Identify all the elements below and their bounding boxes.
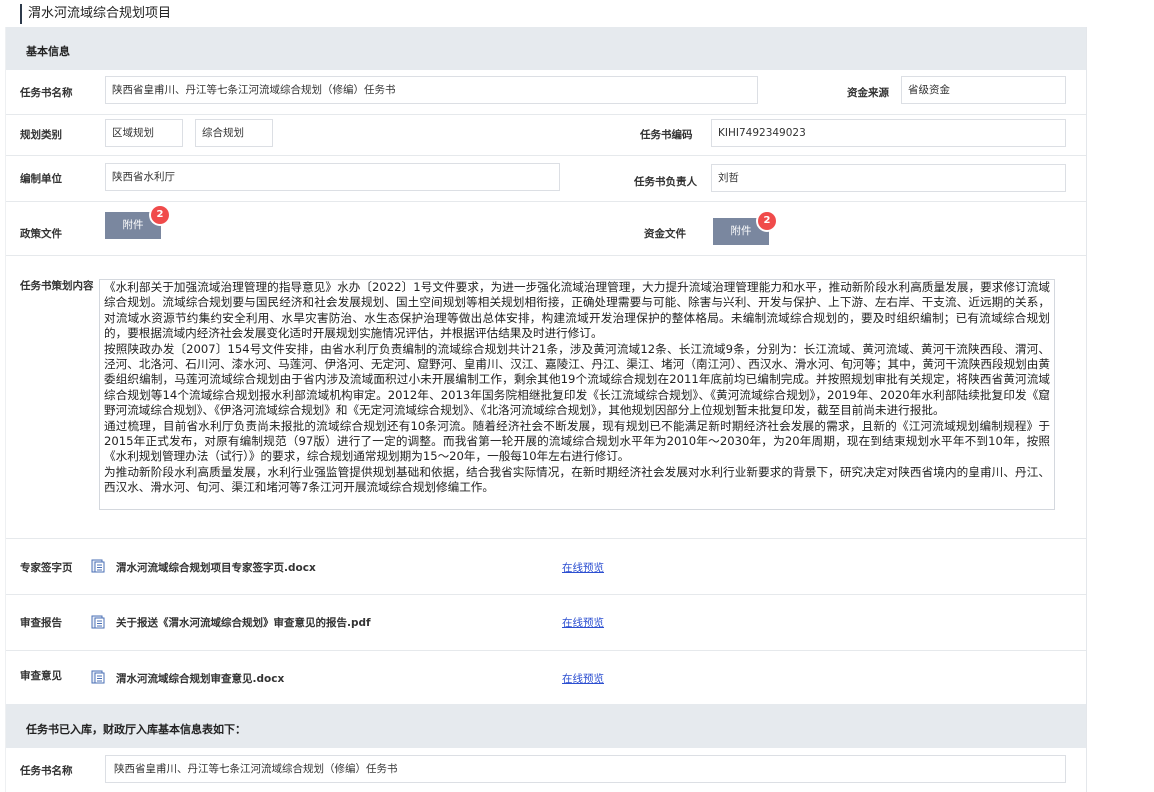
page: 渭水河流域综合规划项目 基本信息 任务书名称 陕西省皇甫川、丹江等七条江河流域综… <box>0 0 1154 792</box>
row-attachments: 政策文件 附件 2 资金文件 附件 2 <box>6 201 1086 256</box>
file-label: 专家签字页 <box>20 562 73 574</box>
storage-info-title: 任务书已入库，财政厅入库基本信息表如下： <box>26 723 246 736</box>
document-icon <box>91 615 105 629</box>
content-paragraph: 按照陕政办发〔2007〕154号文件安排，由省水利厅负责编制的流域综合规划共计2… <box>104 341 1050 418</box>
policy-count-badge: 2 <box>151 206 169 224</box>
owner-label: 任务书负责人 <box>634 176 697 188</box>
content-paragraph: 为推动新阶段水利高质量发展，水利行业强监管提供规划基础和依据，结合我省实际情况，… <box>104 464 1050 495</box>
file-name[interactable]: 渭水河流域综合规划审查意见.docx <box>116 671 284 686</box>
fund-file-label: 资金文件 <box>644 228 686 240</box>
fund-source-label: 资金来源 <box>847 87 889 99</box>
document-icon <box>91 670 105 684</box>
content-paragraph: 通过梳理，目前省水利厅负责尚未报批的流域综合规划还有10条河流。随着经济社会不断… <box>104 418 1050 464</box>
row-task-name: 任务书名称 陕西省皇甫川、丹江等七条江河流域综合规划（修编）任务书 资金来源 省… <box>6 70 1086 115</box>
basic-info-title: 基本信息 <box>26 45 70 58</box>
task-code-label: 任务书编码 <box>640 129 693 141</box>
plan-category-field-1[interactable]: 区域规划 <box>105 119 183 147</box>
policy-file-label: 政策文件 <box>20 228 62 240</box>
file-row-review-opinion: 审查意见 渭水河流域综合规划审查意见.docx 在线预览 <box>6 650 1086 705</box>
row-org: 编制单位 陕西省水利厅 任务书负责人 刘哲 <box>6 155 1086 202</box>
task-name-field[interactable]: 陕西省皇甫川、丹江等七条江河流域综合规划（修编）任务书 <box>105 76 758 104</box>
storage-task-name-label: 任务书名称 <box>20 765 73 777</box>
org-label: 编制单位 <box>20 173 62 185</box>
task-code-field[interactable]: KIHI7492349023 <box>711 119 1066 147</box>
file-label: 审查报告 <box>20 617 62 629</box>
content-label: 任务书策划内容 <box>20 280 94 292</box>
owner-field[interactable]: 刘哲 <box>711 164 1066 192</box>
plan-category-label: 规划类别 <box>20 129 62 141</box>
online-preview-link[interactable]: 在线预览 <box>562 615 604 630</box>
org-field[interactable]: 陕西省水利厅 <box>105 163 560 191</box>
fund-count-badge: 2 <box>758 212 776 230</box>
page-title-bar: 渭水河流域综合规划项目 <box>20 4 171 24</box>
plan-category-field-2[interactable]: 综合规划 <box>195 119 273 147</box>
storage-task-name-field[interactable]: 陕西省皇甫川、丹江等七条江河流域综合规划（修编）任务书 <box>105 755 1066 783</box>
content-paragraph: 《水利部关于加强流域治理管理的指导意见》水办〔2022〕1号文件要求，为进一步强… <box>104 280 1050 341</box>
file-name[interactable]: 渭水河流域综合规划项目专家签字页.docx <box>116 560 316 575</box>
content-textarea[interactable]: 《水利部关于加强流域治理管理的指导意见》水办〔2022〕1号文件要求，为进一步强… <box>99 279 1055 510</box>
online-preview-link[interactable]: 在线预览 <box>562 671 604 686</box>
file-label: 审查意见 <box>20 670 62 682</box>
detail-panel: 基本信息 任务书名称 陕西省皇甫川、丹江等七条江河流域综合规划（修编）任务书 资… <box>5 27 1087 792</box>
online-preview-link[interactable]: 在线预览 <box>562 560 604 575</box>
storage-info-header: 任务书已入库，财政厅入库基本信息表如下： <box>6 704 1086 748</box>
file-row-review-report: 审查报告 关于报送《渭水河流域综合规划》审查意见的报告.pdf 在线预览 <box>6 594 1086 651</box>
task-name-label: 任务书名称 <box>20 87 73 99</box>
file-name[interactable]: 关于报送《渭水河流域综合规划》审查意见的报告.pdf <box>116 615 371 630</box>
basic-info-header: 基本信息 <box>6 27 1086 70</box>
page-title: 渭水河流域综合规划项目 <box>28 6 172 21</box>
file-row-expert: 专家签字页 渭水河流域综合规划项目专家签字页.docx 在线预览 <box>6 538 1086 595</box>
row-storage-task-name: 任务书名称 陕西省皇甫川、丹江等七条江河流域综合规划（修编）任务书 <box>6 748 1086 792</box>
fund-source-field[interactable]: 省级资金 <box>901 76 1066 104</box>
row-plan-category: 规划类别 区域规划 综合规划 任务书编码 KIHI7492349023 <box>6 114 1086 156</box>
document-icon <box>91 559 105 573</box>
